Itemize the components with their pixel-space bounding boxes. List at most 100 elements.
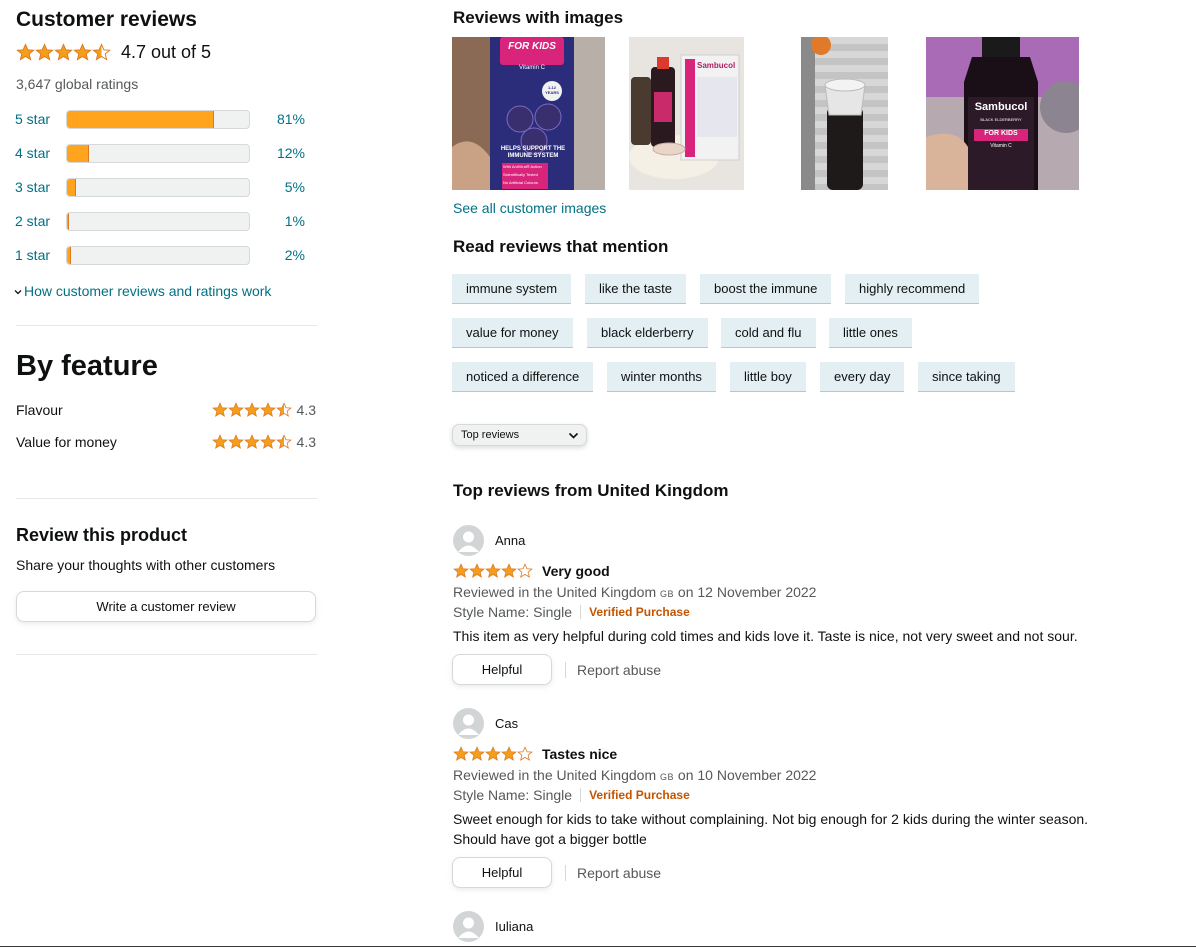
histogram-percent[interactable]: 5% [261, 179, 305, 195]
chevron-down-icon [14, 290, 22, 295]
review-title[interactable]: Very good [542, 563, 610, 579]
divider [16, 654, 317, 655]
package-text: Sambucol [974, 101, 1028, 113]
histogram-fill [67, 110, 215, 128]
review-body: This item as very helpful during cold ti… [453, 628, 1078, 644]
review-format: Style Name: Single Verified Purchase [453, 787, 690, 803]
mention-chip[interactable]: little boy [730, 362, 806, 392]
review-body-line: Should have got a bigger bottle [453, 831, 647, 847]
helpful-button[interactable]: Helpful [452, 654, 552, 685]
histogram-percent[interactable]: 2% [261, 247, 305, 263]
report-abuse-link[interactable]: Report abuse [577, 865, 661, 881]
mention-chip[interactable]: value for money [452, 318, 573, 348]
mention-chip[interactable]: since taking [918, 362, 1015, 392]
feature-name: Value for money [16, 434, 117, 450]
histogram-row-1-star[interactable]: 1 star 2% [15, 244, 305, 266]
reviewer-profile[interactable]: Anna [453, 525, 525, 556]
package-text: Scientifically Tested [503, 172, 538, 177]
histogram-percent[interactable]: 81% [261, 111, 305, 127]
package-text: FOR KIDS [508, 41, 556, 52]
star-half-icon [276, 402, 291, 417]
review-meta-date: on 10 November 2022 [677, 767, 817, 783]
star-full-icon [260, 402, 275, 417]
histogram-label[interactable]: 3 star [15, 179, 66, 195]
country-code: GB [660, 772, 675, 782]
mention-chip[interactable]: little ones [829, 318, 912, 348]
reviewer-profile[interactable]: Cas [453, 708, 518, 739]
review-title[interactable]: Tastes nice [542, 746, 617, 762]
write-review-button[interactable]: Write a customer review [16, 591, 316, 622]
histogram-bar [66, 177, 250, 197]
mention-chip[interactable]: immune system [452, 274, 572, 304]
divider [16, 325, 317, 326]
histogram-row-5-star[interactable]: 5 star 81% [15, 108, 305, 130]
review-image-thumbnail[interactable]: Sambucol [629, 37, 744, 190]
overall-rating[interactable]: 4.7 out of 5 [16, 42, 211, 63]
histogram-label[interactable]: 1 star [15, 247, 66, 263]
histogram-percent[interactable]: 1% [261, 213, 305, 229]
user-icon [458, 531, 479, 552]
histogram-percent[interactable]: 12% [261, 145, 305, 161]
mention-chip[interactable]: cold and flu [721, 318, 816, 348]
overall-rating-text: 4.7 out of 5 [121, 42, 212, 62]
star-full-icon [501, 563, 517, 578]
histogram-row-3-star[interactable]: 3 star 5% [15, 176, 305, 198]
histogram-row-4-star[interactable]: 4 star 12% [15, 142, 305, 164]
review-heading[interactable]: Tastes nice [453, 746, 617, 762]
feature-stars [212, 434, 292, 450]
user-icon [458, 917, 479, 938]
report-abuse-link[interactable]: Report abuse [577, 662, 661, 678]
divider [16, 498, 317, 499]
reviewer-profile[interactable]: Iuliana [453, 911, 533, 942]
mention-chip[interactable]: black elderberry [587, 318, 708, 348]
histogram-label[interactable]: 4 star [15, 145, 66, 161]
package-text: BLACK ELDERBERRY [980, 117, 1022, 122]
histogram-label[interactable]: 2 star [15, 213, 66, 229]
histogram-row-2-star[interactable]: 2 star 1% [15, 210, 305, 232]
star-full-icon [228, 434, 243, 449]
package-text: FOR KIDS [984, 130, 1018, 137]
review-image-thumbnail[interactable]: FOR KIDS Vitamin C 1-12 YEARS HELPS SUPP… [452, 37, 605, 190]
reviewer-name: Iuliana [495, 919, 534, 934]
star-full-icon [453, 746, 469, 761]
mention-chip[interactable]: like the taste [585, 274, 686, 304]
divider [580, 605, 582, 619]
feature-row-value-for-money: Value for money 4.3 [16, 434, 316, 450]
feature-rating-value: 4.3 [296, 402, 316, 418]
verified-purchase-badge: Verified Purchase [589, 788, 690, 802]
package-text: Vitamin C [990, 143, 1012, 149]
feature-name: Flavour [16, 402, 63, 418]
histogram-bar [66, 211, 250, 231]
review-image-thumbnail[interactable]: Sambucol BLACK ELDERBERRY FOR KIDS Vitam… [926, 37, 1079, 190]
package-text: 1-12 YEARS [545, 85, 559, 95]
mention-chip[interactable]: every day [820, 362, 905, 392]
avatar [453, 911, 484, 942]
mention-chip[interactable]: noticed a difference [452, 362, 594, 392]
how-reviews-work-link[interactable]: How customer reviews and ratings work [14, 283, 271, 299]
review-image-thumbnail[interactable] [801, 37, 888, 190]
star-full-icon [228, 402, 243, 417]
histogram-bar [66, 245, 250, 265]
user-icon [458, 714, 479, 735]
review-product-subtitle: Share your thoughts with other customers [16, 557, 276, 573]
review-body-line: Sweet enough for kids to take without co… [453, 811, 1089, 827]
review-actions: Helpful Report abuse [452, 654, 661, 685]
review-heading[interactable]: Very good [453, 563, 610, 579]
sort-dropdown[interactable]: Top reviews [452, 424, 587, 446]
review-product-title: Review this product [16, 525, 188, 545]
review-meta-prefix: Reviewed in the United Kingdom [453, 767, 657, 783]
star-full-icon [16, 43, 35, 61]
mention-chip[interactable]: winter months [607, 362, 716, 392]
star-full-icon [501, 746, 517, 761]
divider [565, 864, 566, 881]
feature-stars [212, 402, 292, 418]
mention-chip[interactable]: boost the immune [700, 274, 832, 304]
histogram-bar [66, 109, 250, 129]
histogram-label[interactable]: 5 star [15, 111, 66, 127]
helpful-button[interactable]: Helpful [452, 857, 552, 888]
avatar [453, 708, 484, 739]
review-date: Reviewed in the United Kingdom GB on 10 … [453, 767, 816, 783]
mention-chip[interactable]: highly recommend [845, 274, 980, 304]
star-full-icon [212, 402, 227, 417]
see-all-images-link[interactable]: See all customer images [453, 200, 606, 216]
